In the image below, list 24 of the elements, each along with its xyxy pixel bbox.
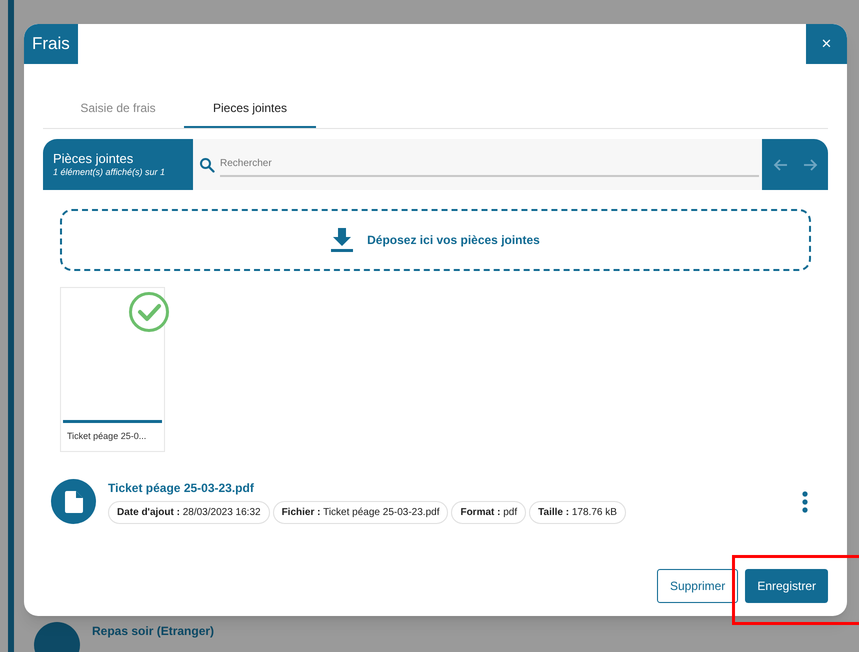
arrow-right-icon[interactable]	[802, 156, 818, 172]
tab[interactable]: Saisie de frais	[52, 89, 184, 128]
dropzone-text: Déposez ici vos pièces jointes	[367, 232, 540, 249]
search-icon	[199, 156, 215, 172]
more-options-icon[interactable]	[802, 490, 808, 512]
detail-chip: Date d'ajout : 28/03/2023 16:32	[108, 501, 270, 524]
detail-chip: Taille : 178.76 kB	[529, 501, 626, 524]
close-button[interactable]: ×	[806, 24, 847, 64]
panel-subtitle: 1 élément(s) affiché(s) sur 1	[53, 168, 166, 177]
file-name-link[interactable]: Ticket péage 25-03-23.pdf	[108, 479, 802, 497]
detail-chip: Format : pdf	[451, 501, 526, 524]
arrow-left-icon[interactable]	[772, 156, 788, 172]
action-button[interactable]: Enregistrer	[745, 569, 828, 603]
dialog-title: Frais	[24, 24, 78, 64]
file-icon	[51, 479, 96, 524]
tab[interactable]: Pieces jointes	[184, 89, 316, 128]
dropzone[interactable]: Déposez ici vos pièces jointes	[60, 209, 811, 271]
panel-title: Pièces jointes	[53, 152, 134, 165]
item-title: Repas soir (Etranger)	[92, 623, 214, 640]
detail-chip: Fichier : Ticket péage 25-03-23.pdf	[272, 501, 448, 524]
thumbnail-caption: Ticket péage 25-0...	[66, 430, 148, 443]
search-field[interactable]: Rechercher	[193, 139, 762, 190]
download-icon	[331, 228, 354, 252]
action-button[interactable]: Supprimer	[656, 569, 738, 603]
